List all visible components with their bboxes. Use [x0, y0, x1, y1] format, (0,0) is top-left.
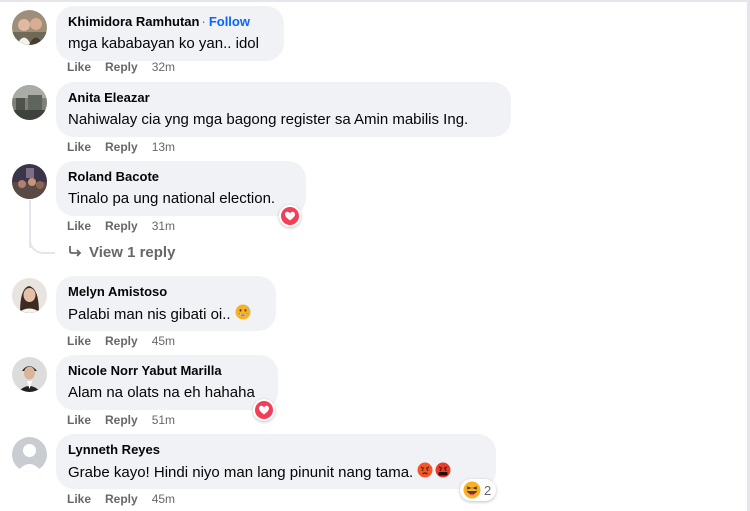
avatar-photo-couple-icon	[12, 10, 47, 45]
avatar-photo-landscape-icon	[12, 85, 47, 120]
comment-text: mga kababayan ko yan.. idol	[68, 35, 259, 52]
like-button[interactable]: Like	[67, 219, 91, 233]
comment-timestamp[interactable]: 13m	[152, 140, 175, 154]
reply-button[interactable]: Reply	[105, 219, 138, 233]
comment-text: Tinalo pa ung national election.	[68, 190, 276, 207]
comment-timestamp[interactable]: 45m	[152, 492, 175, 506]
avatar-photo-woman-icon	[12, 278, 47, 313]
comment-actions: Like Reply 13m	[67, 139, 175, 155]
reaction-summary[interactable]	[253, 399, 275, 421]
comment-author[interactable]: Anita Eleazar	[68, 90, 150, 105]
comment-bubble: Melyn Amistoso Palabi man nis gibati oi.…	[56, 276, 276, 331]
comment-text: Grabe kayo! Hindi niyo man lang pinunit …	[68, 463, 414, 481]
haha-reaction-icon	[463, 481, 481, 499]
reply-arrow-icon	[68, 244, 82, 261]
heart-reaction-icon	[281, 207, 299, 225]
avatar-photo-man-icon	[12, 357, 47, 392]
reply-button[interactable]: Reply	[105, 492, 138, 506]
avatar[interactable]	[12, 10, 47, 45]
reaction-summary[interactable]	[279, 205, 301, 227]
reply-button[interactable]: Reply	[105, 413, 138, 427]
thread-connector-curve	[29, 230, 55, 254]
comment-actions: Like Reply 51m	[67, 412, 175, 428]
like-button[interactable]: Like	[67, 334, 91, 348]
comment-actions: Like Reply 32m	[67, 59, 175, 75]
like-button[interactable]: Like	[67, 413, 91, 427]
reaction-count: 2	[484, 482, 492, 498]
view-replies-button[interactable]: View 1 reply	[68, 244, 175, 261]
comment-actions: Like Reply 31m	[67, 218, 175, 234]
comment-author[interactable]: Lynneth Reyes	[68, 442, 160, 457]
comment-bubble: Khimidora Ramhutan · Follow mga kababayan …	[56, 6, 284, 61]
follow-separator: ·	[201, 14, 206, 29]
avatar[interactable]	[12, 357, 47, 392]
avatar[interactable]	[12, 164, 47, 199]
grinning-sweat-emoji-icon	[235, 304, 251, 326]
comment-text: Nahiwalay cia yng mga bagong register sa…	[68, 111, 469, 128]
comment-author[interactable]: Roland Bacote	[68, 169, 159, 184]
comment-timestamp[interactable]: 51m	[152, 413, 175, 427]
comment-timestamp[interactable]: 45m	[152, 334, 175, 348]
comment-text: Alam na olats na eh hahaha	[68, 384, 255, 401]
like-button[interactable]: Like	[67, 60, 91, 74]
comment-actions: Like Reply 45m	[67, 491, 175, 507]
comment-text: Palabi man nis gibati oi..	[68, 305, 231, 323]
reply-button[interactable]: Reply	[105, 60, 138, 74]
reply-button[interactable]: Reply	[105, 334, 138, 348]
comment-timestamp[interactable]: 32m	[152, 60, 175, 74]
comment-bubble: Lynneth Reyes Grabe kayo! Hindi niyo man…	[56, 434, 496, 489]
avatar-photo-crowd-icon	[12, 164, 47, 199]
avatar[interactable]	[12, 85, 47, 120]
comment-author[interactable]: Nicole Norr Yabut Marilla	[68, 363, 222, 378]
avatar[interactable]	[12, 437, 47, 472]
cursing-emoji-icon	[435, 462, 451, 484]
angry-emoji-icon	[417, 462, 433, 484]
avatar[interactable]	[12, 278, 47, 313]
heart-reaction-icon	[255, 401, 273, 419]
reaction-summary[interactable]: 2	[460, 479, 497, 501]
default-avatar-icon	[12, 437, 47, 472]
comment-actions: Like Reply 45m	[67, 333, 175, 349]
comments-panel: Khimidora Ramhutan · Follow mga kababayan …	[0, 0, 750, 511]
comment-author[interactable]: Melyn Amistoso	[68, 284, 167, 299]
top-divider	[0, 0, 750, 2]
like-button[interactable]: Like	[67, 140, 91, 154]
follow-button[interactable]: Follow	[209, 14, 250, 29]
comment-timestamp[interactable]: 31m	[152, 219, 175, 233]
like-button[interactable]: Like	[67, 492, 91, 506]
comment-author[interactable]: Khimidora Ramhutan	[68, 14, 199, 29]
reply-button[interactable]: Reply	[105, 140, 138, 154]
view-replies-label: View 1 reply	[89, 244, 176, 261]
comment-bubble: Nicole Norr Yabut Marilla Alam na olats …	[56, 355, 278, 410]
comment-bubble: Anita Eleazar Nahiwalay cia yng mga bago…	[56, 82, 511, 137]
comment-bubble: Roland Bacote Tinalo pa ung national ele…	[56, 161, 306, 216]
